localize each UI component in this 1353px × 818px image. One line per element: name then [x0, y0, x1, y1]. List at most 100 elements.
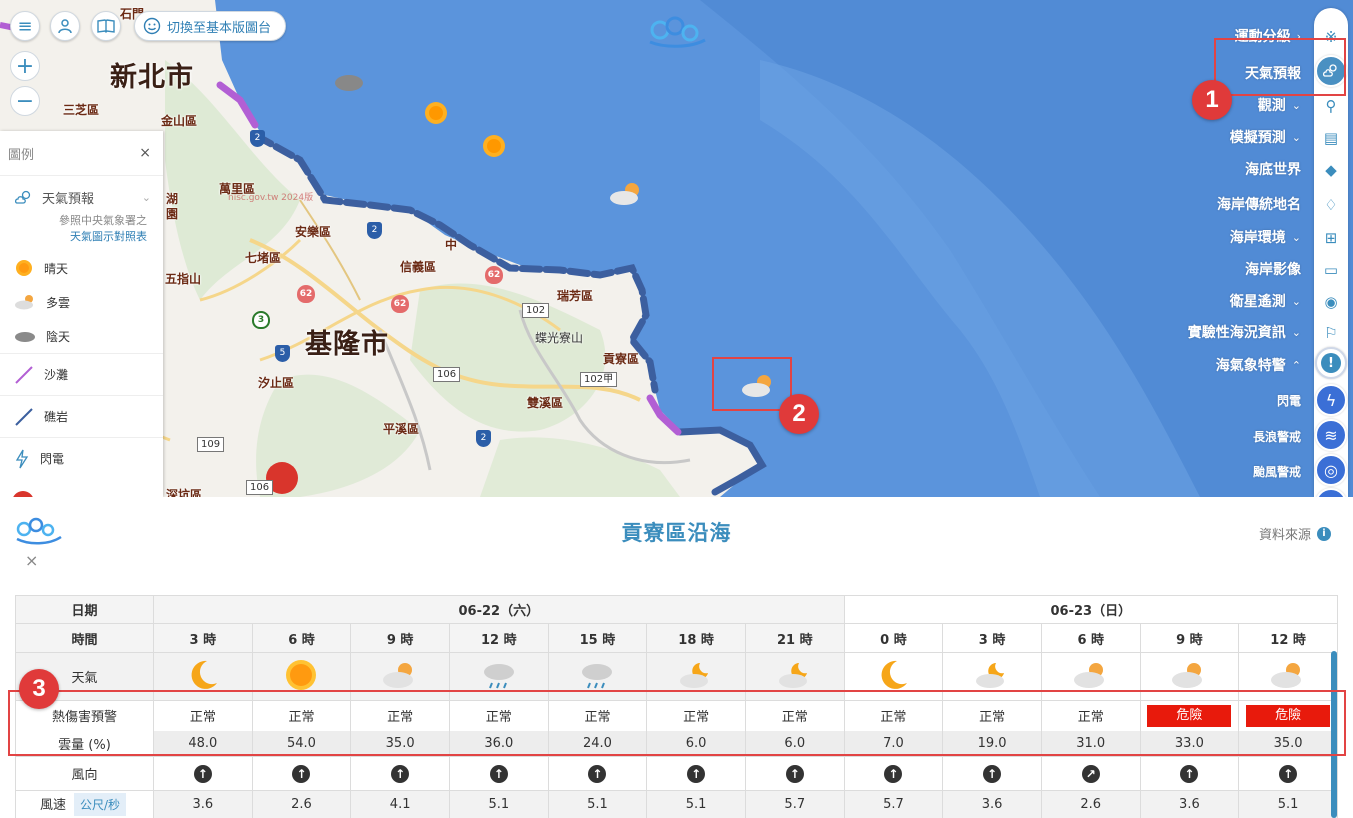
- menu-label: 長浪警戒: [1252, 429, 1301, 444]
- menu-item-underwater[interactable]: 海底世界: [1245, 157, 1301, 181]
- menu-item-coast-environment[interactable]: 海岸環境 ⌄: [1230, 225, 1301, 249]
- legend-title: 圖例: [8, 147, 35, 163]
- national-highway-shield: 5: [275, 345, 290, 362]
- time-cell: 0 時: [843, 623, 944, 653]
- wind-arrow-icon: ↑: [884, 764, 903, 783]
- data-source-link[interactable]: 資料來源 i: [1259, 524, 1331, 543]
- menu-item-coast-images[interactable]: 海岸影像: [1245, 257, 1301, 281]
- wind-speed-cell: 5.7: [843, 790, 944, 818]
- wind-speed-unit-toggle[interactable]: 公尺/秒: [74, 793, 127, 816]
- map-view[interactable]: nlsc.gov.tw 2024版 新北市 基隆市 石門 三芝區 金山區 萬里區…: [0, 0, 1353, 497]
- wind-arrow-icon: ↑: [193, 764, 212, 783]
- national-highway-shield: 2: [476, 430, 491, 447]
- guide-button[interactable]: [91, 11, 121, 41]
- legend-item-label: 沙灘: [44, 368, 69, 382]
- legend-note-link[interactable]: 天氣圖示對照表: [0, 229, 147, 245]
- time-cell: 3 時: [942, 623, 1042, 653]
- legend-item-label: 閃電: [40, 452, 65, 466]
- city-label: 基隆市: [305, 329, 389, 360]
- swell-toggle[interactable]: ≋: [1315, 419, 1347, 451]
- district-label: 信義區: [400, 260, 437, 274]
- menu-button[interactable]: ≡: [10, 11, 40, 41]
- road-shield: 102甲: [580, 372, 618, 387]
- time-cell: 18 時: [646, 623, 746, 653]
- wind-dir-cell: ↑: [547, 756, 648, 791]
- menu-item-marine-alerts[interactable]: 海氣象特警 ⌃: [1216, 353, 1301, 377]
- legend-note-text: 參照中央氣象署之: [59, 214, 147, 227]
- menu-item-coast-names[interactable]: 海岸傳統地名: [1217, 192, 1301, 216]
- menu-item-experimental[interactable]: 實驗性海況資訊 ⌄: [1188, 320, 1301, 344]
- menu-item-typhoon[interactable]: 颱風警戒: [1253, 459, 1301, 483]
- legend-section-weather[interactable]: 天氣預報 ⌄: [0, 176, 163, 213]
- minus-icon: −: [15, 88, 35, 114]
- annotation-number-3: 3: [19, 669, 59, 709]
- flag-icon[interactable]: ⚐: [1314, 320, 1348, 346]
- zoom-out-button[interactable]: −: [10, 86, 40, 116]
- lightning-icon: [15, 449, 29, 468]
- chevron-down-icon: ⌄: [1291, 130, 1301, 144]
- map-overcast-icon: [335, 75, 363, 91]
- legend-close-button[interactable]: ×: [139, 145, 151, 161]
- annotation-box-3: [8, 690, 1346, 756]
- zoom-in-button[interactable]: +: [10, 51, 40, 81]
- district-label: 深坑區: [166, 488, 203, 497]
- user-button[interactable]: [50, 11, 80, 41]
- date-cell: 06-22（六）: [153, 595, 845, 624]
- menu-item-satellite[interactable]: 衛星遙測 ⌄: [1230, 289, 1301, 313]
- chevron-down-icon: ⌄: [1291, 98, 1301, 112]
- menu-item-observation[interactable]: 觀測 ⌄: [1258, 93, 1301, 117]
- typhoon-icon: ◎: [1324, 460, 1338, 480]
- menu-item-swell[interactable]: 長浪警戒: [1253, 424, 1301, 448]
- alert-toggle[interactable]: !: [1315, 347, 1347, 379]
- observation-icon[interactable]: ⚲: [1314, 93, 1348, 119]
- time-cell: 15 時: [547, 623, 648, 653]
- menu-item-simulation[interactable]: 模擬預測 ⌄: [1230, 125, 1301, 149]
- wind-dir-cell: ↑: [153, 756, 253, 791]
- video-icon[interactable]: ▭: [1314, 257, 1348, 283]
- district-label: 金山區: [161, 114, 198, 128]
- binoculars-icon[interactable]: ⊞: [1314, 225, 1348, 251]
- time-row: 時間 3 時 6 時 9 時 12 時 15 時 18 時 21 時 0 時 3…: [15, 623, 1338, 653]
- legend-note: 參照中央氣象署之 天氣圖示對照表: [0, 213, 163, 245]
- typhoon-toggle[interactable]: ◎: [1315, 454, 1347, 486]
- highway-shield: 3: [252, 311, 270, 329]
- time-cell: 9 時: [1139, 623, 1240, 653]
- simulation-icon[interactable]: ▤: [1314, 125, 1348, 151]
- cloud-sun-icon: [1172, 662, 1203, 688]
- district-label: 園: [166, 207, 179, 221]
- wind-speed-cell: 5.1: [646, 790, 746, 818]
- alert-icon: !: [1321, 353, 1341, 373]
- panel-close-button[interactable]: ×: [25, 551, 38, 570]
- sunny-icon: [16, 260, 32, 276]
- hamburger-icon: ≡: [17, 15, 33, 37]
- wind-speed-cell: 5.7: [744, 790, 845, 818]
- pin-icon[interactable]: ♢: [1314, 192, 1348, 218]
- wind-speed-cell: 3.6: [942, 790, 1042, 818]
- lightning-toggle[interactable]: ϟ: [1315, 384, 1347, 416]
- annotation-box-2: [712, 357, 792, 411]
- wind-arrow-icon: ↑: [983, 764, 1002, 783]
- satellite-icon[interactable]: ◉: [1314, 289, 1348, 315]
- cloud-moon-icon: [778, 662, 807, 688]
- overcast-icon: [15, 332, 35, 342]
- national-highway-shield: 2: [250, 130, 265, 147]
- annotation-number-1: 1: [1192, 80, 1232, 120]
- cloud-sun-icon: [1073, 662, 1104, 688]
- wind-dir-cell: ↑: [1139, 756, 1240, 791]
- switch-basic-map-button[interactable]: 切換至基本版圖台: [134, 11, 287, 41]
- menu-label: 觀測: [1257, 98, 1286, 114]
- menu-item-lightning[interactable]: 閃電: [1277, 388, 1301, 412]
- moon-icon: [881, 660, 908, 689]
- rain-icon: [483, 663, 514, 688]
- fish-icon[interactable]: ◆: [1314, 157, 1348, 183]
- legend-item-reef: 礁岩: [0, 395, 163, 437]
- time-cell: 3 時: [153, 623, 253, 653]
- wind-speed-cell: 3.6: [153, 790, 253, 818]
- wind-dir-cell: ↑: [1238, 756, 1338, 791]
- wind-speed-cell: 5.1: [1238, 790, 1338, 818]
- district-label: 瑞芳區: [557, 289, 594, 303]
- wind-arrow-icon: ↑: [292, 764, 311, 783]
- chevron-down-icon: ⌄: [1291, 230, 1301, 244]
- legend-item-label: 晴天: [44, 261, 69, 276]
- time-cell: 6 時: [1040, 623, 1141, 653]
